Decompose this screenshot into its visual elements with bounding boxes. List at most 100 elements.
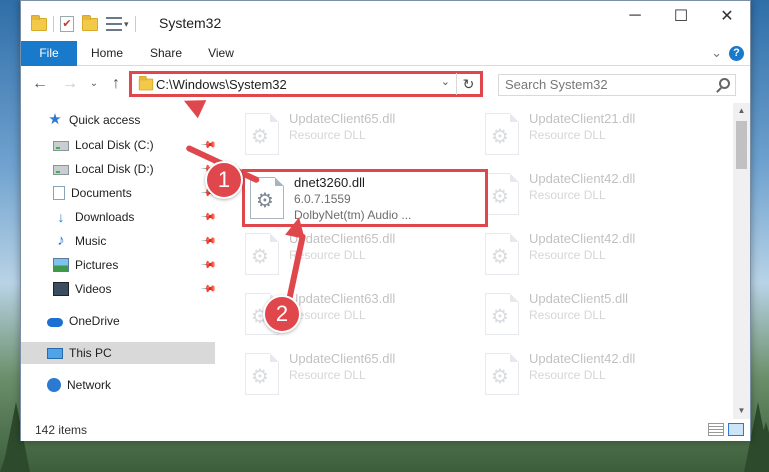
new-folder-icon[interactable] <box>82 14 98 31</box>
folder-icon <box>138 75 154 91</box>
address-bar[interactable]: C:\Windows\System32 ⌄ ↻ <box>129 71 483 97</box>
tab-view[interactable]: View <box>199 41 243 66</box>
nav-downloads[interactable]: ↓ Downloads <box>53 206 135 228</box>
file-type: Resource DLL <box>529 128 606 142</box>
minimize-button[interactable]: ─ <box>612 1 658 31</box>
ribbon-tabs: File Home Share View ⌄ ? <box>21 41 750 66</box>
file-type: Resource DLL <box>289 128 366 142</box>
back-arrow-icon[interactable]: ← <box>31 75 49 93</box>
file-name: UpdateClient42.dll <box>529 171 636 186</box>
nav-pictures[interactable]: Pictures <box>53 254 118 276</box>
file-tile[interactable]: UpdateClient42.dll Resource DLL <box>479 227 704 279</box>
nav-local-disk-c[interactable]: Local Disk (C:) <box>53 134 154 156</box>
file-tile[interactable]: UpdateClient21.dll Resource DLL <box>479 107 704 159</box>
details-view-icon[interactable] <box>708 423 724 436</box>
pin-icon[interactable]: 📌 <box>200 233 217 250</box>
nav-label: Local Disk (C:) <box>75 138 154 152</box>
network-icon <box>47 378 61 392</box>
nav-label: Downloads <box>75 210 135 224</box>
documents-icon <box>53 186 65 200</box>
step-1-badge: 1 <box>205 161 243 199</box>
address-path[interactable]: C:\Windows\System32 <box>156 77 287 92</box>
nav-videos[interactable]: Videos <box>53 278 111 300</box>
file-tile[interactable]: UpdateClient65.dll Resource DLL <box>239 227 464 279</box>
tab-file[interactable]: File <box>21 41 77 66</box>
dll-file-icon <box>485 353 519 395</box>
navigation-bar: ← → ⌄ ↑ C:\Windows\System32 ⌄ ↻ Search S… <box>21 67 750 103</box>
file-tile[interactable]: UpdateClient65.dll Resource DLL <box>239 107 464 159</box>
nav-this-pc[interactable]: This PC <box>21 342 215 364</box>
scroll-down-icon[interactable]: ▼ <box>733 403 750 419</box>
file-type: Resource DLL <box>529 248 606 262</box>
search-input[interactable]: Search System32 <box>498 74 736 96</box>
search-placeholder: Search System32 <box>505 77 608 92</box>
customize-toolbar-icon[interactable] <box>106 17 122 31</box>
explorer-window: ✔ ▾ System32 ─ ☐ ✕ File Home Share View … <box>20 0 751 441</box>
nav-label: OneDrive <box>69 314 120 328</box>
dll-file-icon <box>245 113 279 155</box>
status-bar: 142 items <box>21 419 750 441</box>
pin-icon[interactable]: 📌 <box>200 257 217 274</box>
file-name: UpdateClient42.dll <box>529 351 636 366</box>
file-tile[interactable]: UpdateClient42.dll Resource DLL <box>479 167 704 219</box>
scroll-up-icon[interactable]: ▲ <box>733 103 750 119</box>
item-count: 142 items <box>35 423 88 437</box>
chevron-down-icon[interactable]: ⌄ <box>441 75 450 88</box>
file-type: Resource DLL <box>529 308 606 322</box>
file-name: UpdateClient65.dll <box>289 351 396 366</box>
nav-network[interactable]: Network <box>47 374 111 396</box>
annotation-arrowhead-2 <box>285 215 309 239</box>
dll-file-icon <box>485 113 519 155</box>
videos-icon <box>53 282 69 296</box>
tab-share[interactable]: Share <box>141 41 191 66</box>
downloads-icon: ↓ <box>57 209 65 225</box>
refresh-icon[interactable]: ↻ <box>456 73 480 95</box>
dll-file-icon <box>485 233 519 275</box>
vertical-scrollbar[interactable]: ▲ ▼ <box>733 103 750 419</box>
tiles-view-icon[interactable] <box>728 423 744 436</box>
nav-label: Music <box>75 234 107 248</box>
file-tile[interactable]: UpdateClient65.dll Resource DLL <box>239 347 464 399</box>
recent-locations-icon[interactable]: ⌄ <box>85 78 103 89</box>
pictures-icon <box>53 258 69 272</box>
close-button[interactable]: ✕ <box>704 1 750 31</box>
nav-local-disk-d[interactable]: Local Disk (D:) <box>53 158 154 180</box>
scrollbar-thumb[interactable] <box>736 121 747 169</box>
music-icon: ♪ <box>57 232 65 249</box>
file-name: UpdateClient65.dll <box>289 111 396 126</box>
file-name: UpdateClient63.dll <box>289 291 396 306</box>
nav-onedrive[interactable]: OneDrive <box>47 310 120 332</box>
nav-label: Local Disk (D:) <box>75 162 154 176</box>
dll-file-icon <box>250 177 284 219</box>
nav-quick-access[interactable]: ★ Quick access <box>47 109 140 131</box>
drive-icon <box>53 165 69 175</box>
maximize-button[interactable]: ☐ <box>658 1 704 31</box>
pin-icon[interactable]: 📌 <box>200 209 217 226</box>
highlighted-file-tile[interactable]: dnet3260.dll 6.0.7.1559 DolbyNet(tm) Aud… <box>242 169 488 227</box>
this-pc-icon <box>47 347 63 359</box>
pin-icon[interactable]: 📌 <box>200 281 217 298</box>
nav-music[interactable]: ♪ Music <box>53 230 106 252</box>
properties-check-icon[interactable]: ✔ <box>60 16 74 32</box>
file-tile[interactable]: UpdateClient42.dll Resource DLL <box>479 347 704 399</box>
file-type: Resource DLL <box>529 368 606 382</box>
nav-label: Network <box>67 378 112 392</box>
folder-icon[interactable] <box>31 14 47 31</box>
help-icon[interactable]: ? <box>729 46 744 61</box>
file-tile[interactable]: UpdateClient5.dll Resource DLL <box>479 287 704 339</box>
nav-label: Quick access <box>69 113 141 127</box>
nav-documents[interactable]: Documents <box>53 182 132 204</box>
expand-ribbon-icon[interactable]: ⌄ <box>711 45 722 61</box>
toolbar-dropdown-icon[interactable]: ▾ <box>124 19 129 30</box>
tab-home[interactable]: Home <box>83 41 131 66</box>
forward-arrow-icon[interactable]: → <box>61 75 79 93</box>
up-arrow-icon[interactable]: ↑ <box>107 75 125 93</box>
file-name: UpdateClient42.dll <box>529 231 636 246</box>
file-name: dnet3260.dll <box>294 175 365 190</box>
title-bar: ✔ ▾ System32 ─ ☐ ✕ <box>21 1 750 41</box>
step-2-badge: 2 <box>263 295 301 333</box>
dll-file-icon <box>485 173 519 215</box>
file-name: UpdateClient21.dll <box>529 111 636 126</box>
file-name: UpdateClient5.dll <box>529 291 629 306</box>
file-version: 6.0.7.1559 <box>294 192 351 206</box>
